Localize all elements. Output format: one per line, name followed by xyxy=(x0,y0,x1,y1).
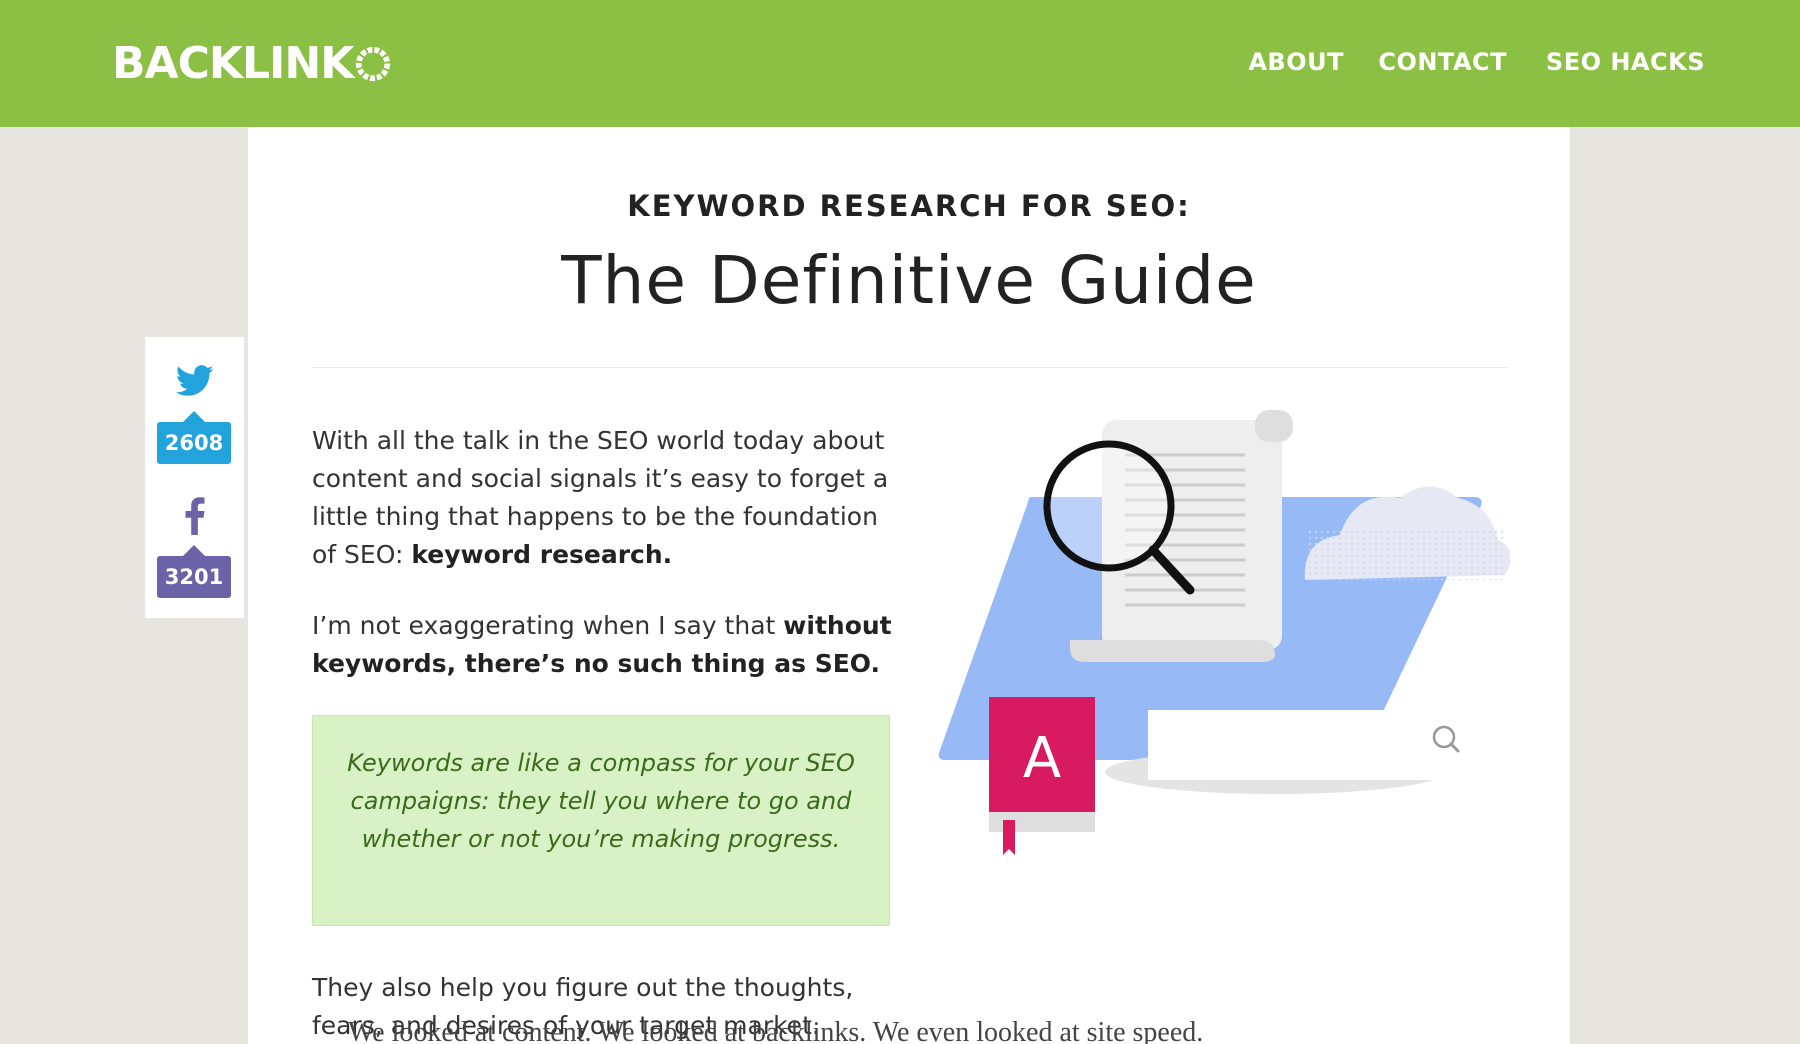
backlinko-logo[interactable]: BACKLINK xyxy=(112,38,392,89)
pull-quote: Keywords are like a compass for your SEO… xyxy=(312,715,890,926)
facebook-share-count[interactable]: 3201 xyxy=(157,545,231,598)
intro-paragraph: With all the talk in the SEO world today… xyxy=(312,426,889,569)
article-eyebrow: KEYWORD RESEARCH FOR SEO: xyxy=(627,189,1191,223)
overlapping-text-line: We looked at content. We looked at backl… xyxy=(348,1017,1204,1044)
twitter-icon[interactable] xyxy=(145,365,244,397)
title-divider xyxy=(312,367,1508,368)
article-title: The Definitive Guide xyxy=(561,242,1257,319)
twitter-share-count[interactable]: 2608 xyxy=(157,411,231,464)
logo-ring-icon xyxy=(356,46,391,81)
keyword-research-illustration: A xyxy=(938,410,1510,855)
book-letter: A xyxy=(1023,726,1061,791)
site-header: BACKLINK ABOUT CONTACT SEO HACKS xyxy=(0,0,1800,127)
facebook-icon[interactable] xyxy=(145,497,244,535)
book-icon: A xyxy=(989,697,1095,855)
nav-contact[interactable]: CONTACT xyxy=(1378,48,1507,76)
nav-about[interactable]: ABOUT xyxy=(1248,48,1344,76)
share-sidebar: 2608 3201 xyxy=(145,337,244,618)
logo-text: BACKLINK xyxy=(112,38,354,89)
keywords-paragraph: I’m not exaggerating when I say that wit… xyxy=(312,611,892,678)
nav-seo-hacks[interactable]: SEO HACKS xyxy=(1546,48,1705,76)
search-bar-shape xyxy=(1105,710,1470,794)
